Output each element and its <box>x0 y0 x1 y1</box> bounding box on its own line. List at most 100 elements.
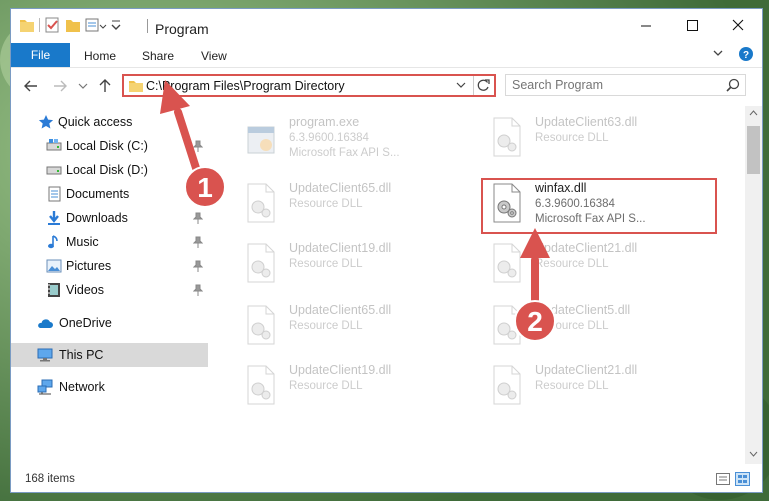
file-description: Resource DLL <box>535 320 609 332</box>
nav-label: Downloads <box>66 211 128 225</box>
file-name: program.exe <box>289 115 360 129</box>
drive-icon <box>46 166 62 175</box>
expand-ribbon-icon[interactable] <box>711 46 725 60</box>
documents-icon <box>48 186 61 202</box>
tab-share[interactable]: Share <box>142 49 174 63</box>
dll-file-icon <box>247 365 275 405</box>
dll-file-icon <box>247 305 275 345</box>
status-bar: 168 items <box>11 466 762 492</box>
search-input[interactable] <box>512 77 712 93</box>
pin-icon[interactable] <box>193 260 203 272</box>
nav-item-quick-access[interactable]: Quick access <box>11 110 208 134</box>
close-button[interactable] <box>715 9 761 41</box>
dll-file-icon <box>247 243 275 283</box>
file-item-updateclient65-dll[interactable]: UpdateClient65.dll Resource DLL <box>236 178 472 232</box>
nav-item-music[interactable]: Music <box>11 230 208 254</box>
pin-icon[interactable] <box>193 284 203 296</box>
nav-label: Music <box>66 235 99 249</box>
nav-item-downloads[interactable]: Downloads <box>11 206 208 230</box>
file-item-updateclient21-dll[interactable]: UpdateClient21.dll Resource DLL <box>482 238 718 292</box>
search-box[interactable] <box>505 74 746 96</box>
file-name: UpdateClient5.dll <box>535 303 631 317</box>
minimize-button[interactable] <box>623 9 669 41</box>
ribbon-tabs: File Home Share View ? <box>11 41 762 68</box>
navigation-bar: C:\Program Files\Program Directory <box>11 68 762 104</box>
recent-locations-icon[interactable] <box>78 81 88 91</box>
file-description: Resource DLL <box>535 380 609 392</box>
tab-home[interactable]: Home <box>84 49 116 63</box>
file-name: UpdateClient19.dll <box>289 363 392 377</box>
winfax-highlight-box <box>481 178 717 234</box>
file-name: UpdateClient21.dll <box>535 363 638 377</box>
nav-item-documents[interactable]: Documents <box>11 182 208 206</box>
network-icon <box>37 379 53 395</box>
file-description: Resource DLL <box>289 320 363 332</box>
file-description: Resource DLL <box>535 258 609 270</box>
file-name: UpdateClient65.dll <box>289 303 392 317</box>
nav-label: OneDrive <box>59 316 112 330</box>
customize-toolbar-icon[interactable] <box>85 16 107 34</box>
new-folder-icon[interactable] <box>65 16 81 34</box>
scroll-up-icon[interactable] <box>749 110 758 116</box>
scrollbar-thumb[interactable] <box>747 126 760 174</box>
nav-label: Local Disk (D:) <box>66 163 148 177</box>
address-path[interactable]: C:\Program Files\Program Directory <box>146 79 345 93</box>
nav-label: Quick access <box>58 115 133 129</box>
pin-icon[interactable] <box>193 236 203 248</box>
nav-item-videos[interactable]: Videos <box>11 278 208 302</box>
nav-item-network[interactable]: Network <box>11 375 208 399</box>
nav-label: Videos <box>66 283 104 297</box>
large-icons-view-icon[interactable] <box>735 472 750 486</box>
file-item-updateclient21-dll[interactable]: UpdateClient21.dll Resource DLL <box>482 360 718 414</box>
file-description: Resource DLL <box>535 132 609 144</box>
nav-label: This PC <box>59 348 104 362</box>
title-separator <box>147 19 148 33</box>
downloads-icon <box>48 211 60 225</box>
qa-separator <box>39 18 40 32</box>
refresh-button[interactable] <box>473 76 493 95</box>
nav-item-local-disk-d[interactable]: Local Disk (D:) <box>11 158 208 182</box>
nav-label: Documents <box>66 187 130 201</box>
pin-icon[interactable] <box>193 140 203 152</box>
onedrive-icon <box>38 319 53 328</box>
chevron-down-icon[interactable] <box>110 18 122 36</box>
close-icon <box>732 19 744 31</box>
tab-file[interactable]: File <box>11 43 70 67</box>
maximize-button[interactable] <box>669 9 715 41</box>
help-icon[interactable]: ? <box>738 46 754 62</box>
file-description: Resource DLL <box>289 380 363 392</box>
up-arrow-icon[interactable] <box>97 78 113 94</box>
address-bar[interactable]: C:\Program Files\Program Directory <box>122 74 496 97</box>
back-arrow-icon[interactable] <box>23 78 39 94</box>
folder-icon <box>20 20 34 32</box>
pin-icon[interactable] <box>193 188 203 200</box>
search-icon[interactable] <box>726 78 740 92</box>
file-item-program-exe[interactable]: program.exe 6.3.9600.16384 Microsoft Fax… <box>236 112 472 166</box>
details-view-icon[interactable] <box>716 473 730 485</box>
file-description: Microsoft Fax API S... <box>289 147 400 159</box>
dll-file-icon <box>247 183 275 223</box>
file-name: UpdateClient65.dll <box>289 181 392 195</box>
nav-item-local-disk-c[interactable]: Local Disk (C:) <box>11 134 208 158</box>
properties-icon[interactable] <box>44 16 60 34</box>
file-name: UpdateClient63.dll <box>535 115 638 129</box>
file-item-updateclient5-dll[interactable]: UpdateClient5.dll Resource DLL <box>482 300 718 354</box>
chevron-down-icon[interactable] <box>456 82 466 90</box>
file-version: 6.3.9600.16384 <box>289 132 369 144</box>
file-item-updateclient19-dll[interactable]: UpdateClient19.dll Resource DLL <box>236 360 472 414</box>
vertical-scrollbar[interactable] <box>745 106 762 464</box>
drive-icon <box>46 139 62 151</box>
nav-item-pictures[interactable]: Pictures <box>11 254 208 278</box>
file-item-updateclient19-dll[interactable]: UpdateClient19.dll Resource DLL <box>236 238 472 292</box>
this-pc-icon <box>37 348 53 362</box>
file-name: UpdateClient21.dll <box>535 241 638 255</box>
file-item-updateclient65-dll[interactable]: UpdateClient65.dll Resource DLL <box>236 300 472 354</box>
nav-label: Local Disk (C:) <box>66 139 148 153</box>
forward-arrow-icon[interactable] <box>52 78 68 94</box>
pin-icon[interactable] <box>193 212 203 224</box>
file-item-updateclient63-dll[interactable]: UpdateClient63.dll Resource DLL <box>482 112 718 166</box>
nav-item-onedrive[interactable]: OneDrive <box>11 311 208 335</box>
nav-item-this-pc[interactable]: This PC <box>11 343 208 367</box>
tab-view[interactable]: View <box>201 49 227 63</box>
scroll-down-icon[interactable] <box>749 451 758 457</box>
